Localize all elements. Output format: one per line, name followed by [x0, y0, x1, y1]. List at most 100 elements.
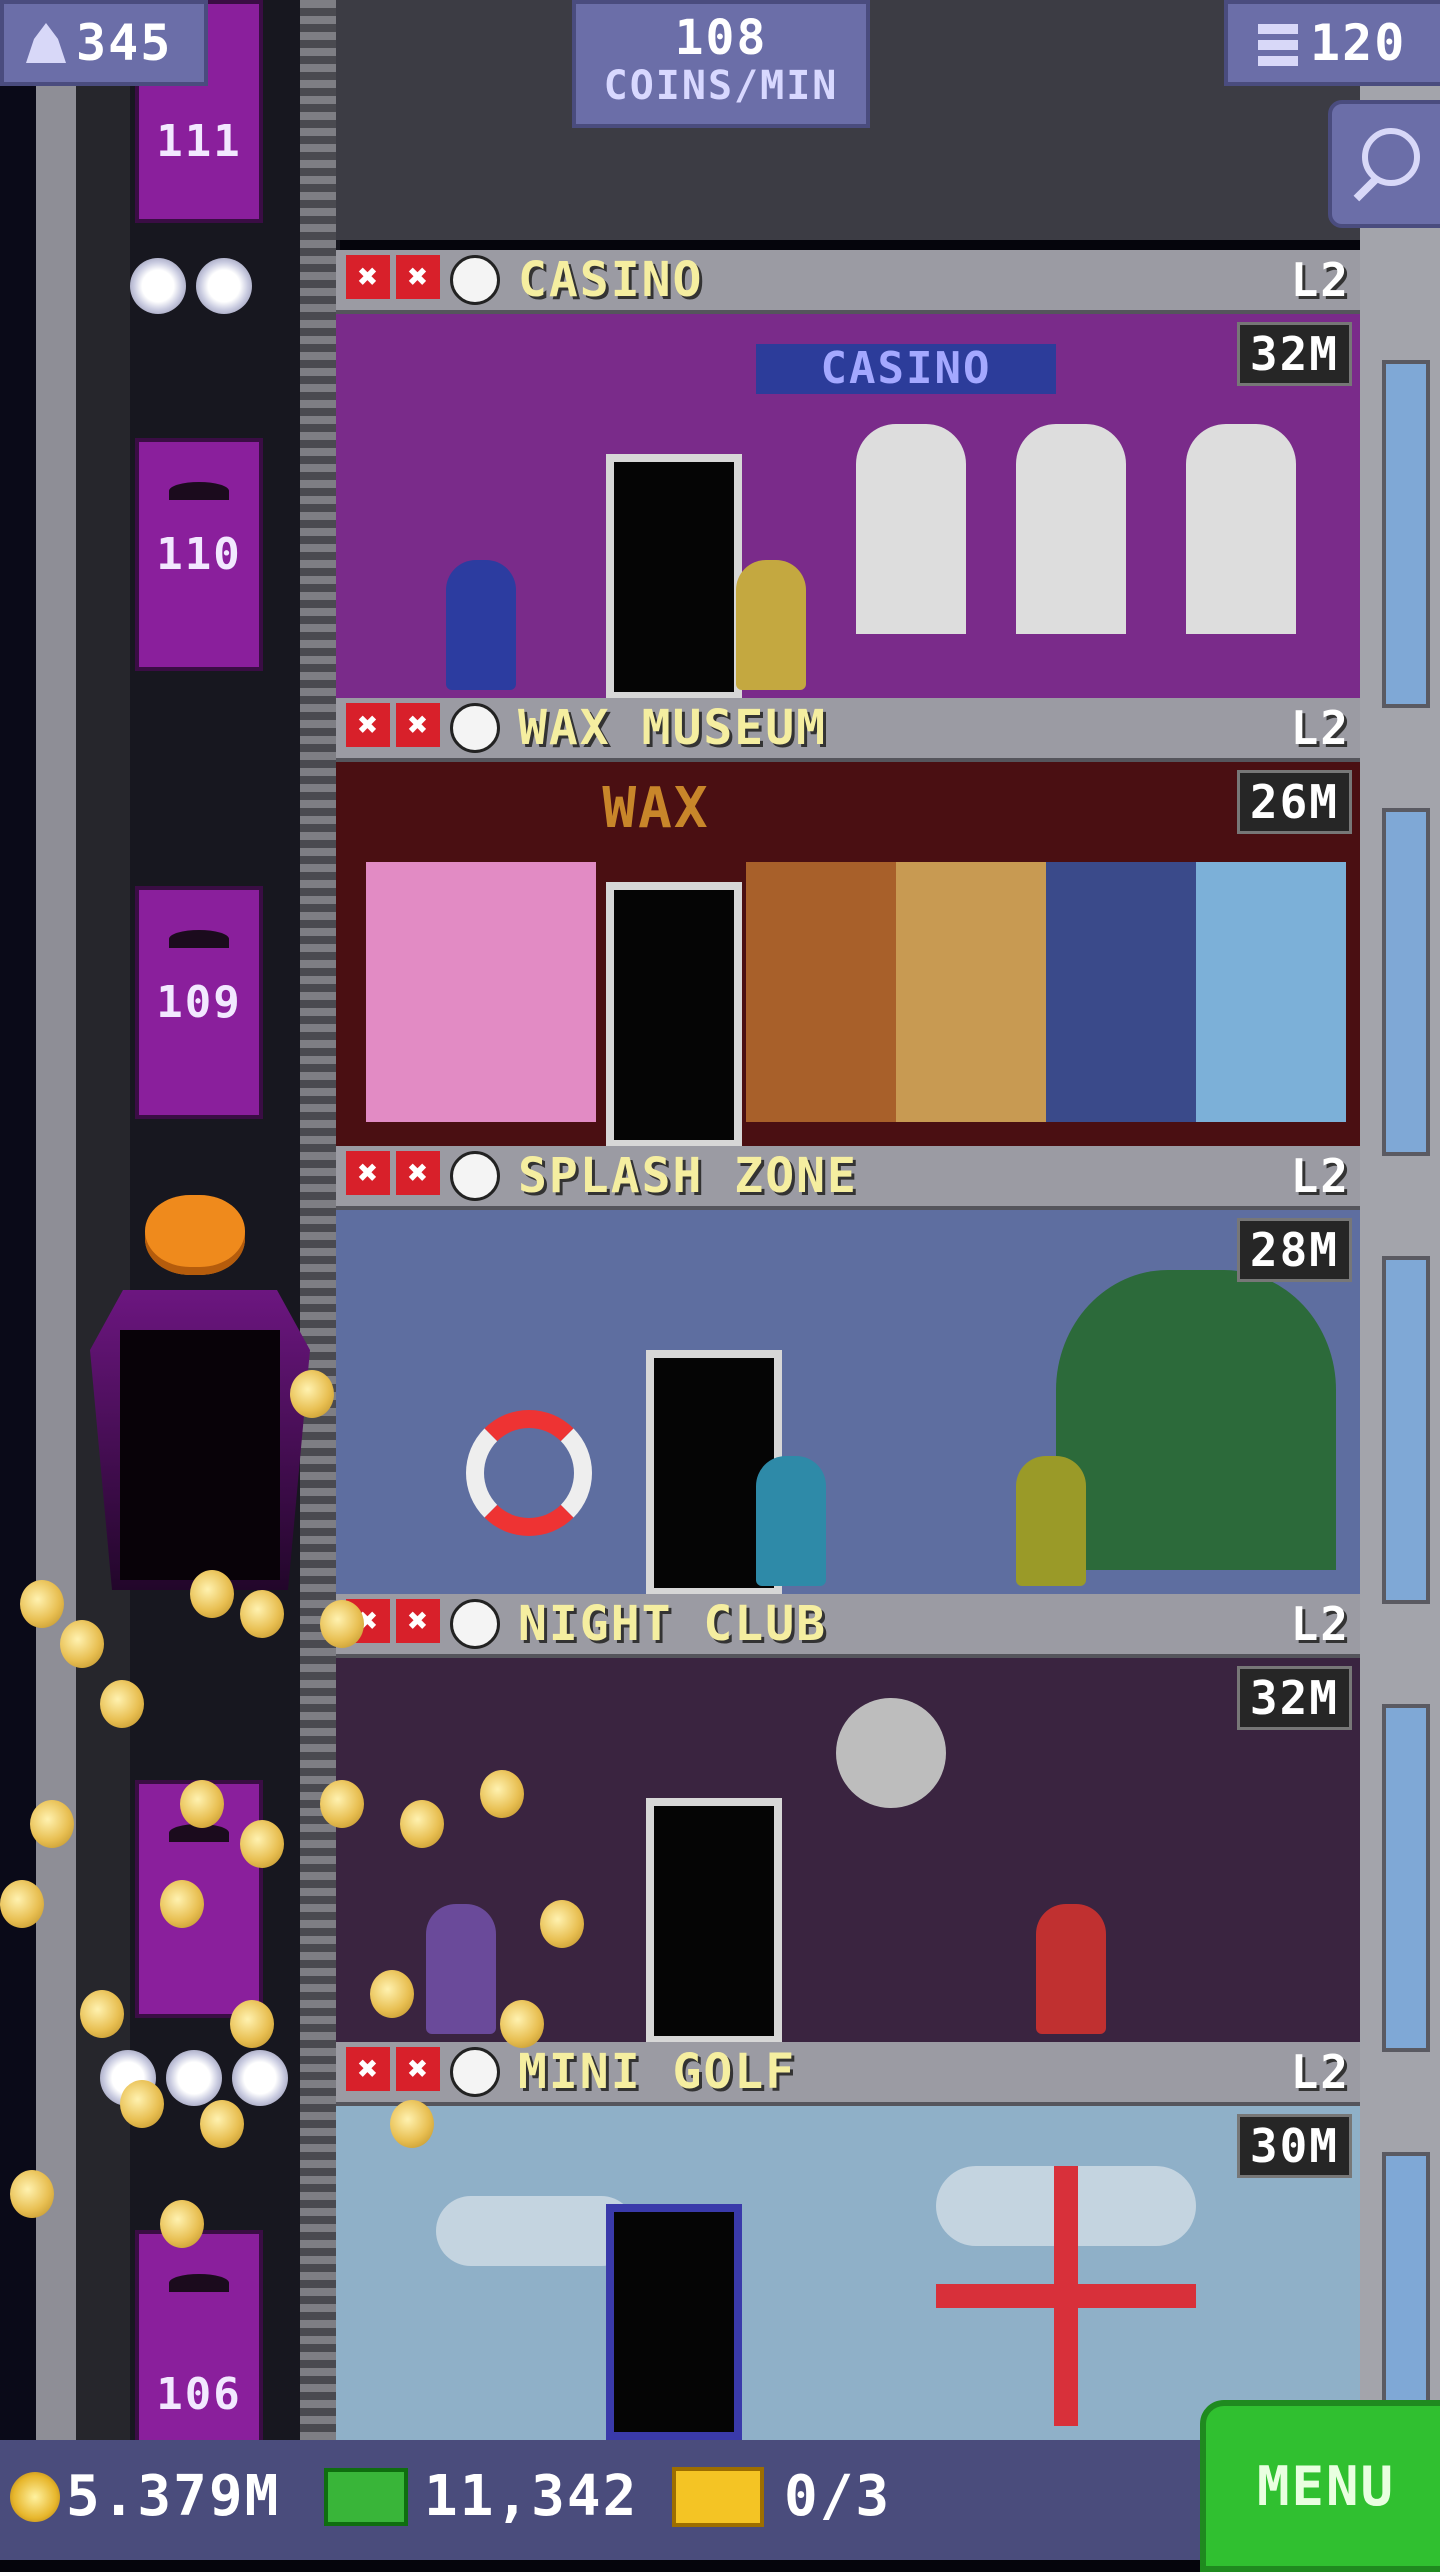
- coffin-elevator-car[interactable]: [90, 1290, 310, 1590]
- window: [1382, 360, 1430, 708]
- coins-balance[interactable]: 5.379M: [10, 2464, 280, 2529]
- building-icon: [1258, 18, 1298, 68]
- coin-rate-unit: COINS/MIN: [603, 63, 839, 109]
- floor-doorway: [646, 1798, 782, 2044]
- shaft-rail: [36, 0, 76, 2440]
- right-wall: [1360, 0, 1440, 2500]
- bitizen[interactable]: [1036, 1904, 1106, 2034]
- floor-title-bar[interactable]: ✖ ✖ WAX MUSEUM L2: [336, 698, 1360, 762]
- wax-display: [896, 862, 1046, 1122]
- disco-ball-icon: [836, 1698, 946, 1808]
- elevator-shaft[interactable]: 111 110 109 106: [0, 0, 340, 2448]
- bitizen[interactable]: [736, 560, 806, 690]
- empty-slot-x-icon: ✖: [396, 1599, 440, 1643]
- coin-icon: [120, 2080, 164, 2128]
- floor-name: NIGHT CLUB: [518, 1596, 827, 1652]
- star-icon: [130, 258, 186, 314]
- coin-icon: [320, 1600, 364, 1648]
- floor-night-club[interactable]: ✖ ✖ NIGHT CLUB L2 32M: [336, 1594, 1360, 2044]
- coin-icon: [320, 1780, 364, 1828]
- floor-earnings: 26M: [1236, 770, 1352, 834]
- bat-icon: [169, 482, 229, 500]
- window: [1382, 808, 1430, 1156]
- window: [1382, 1256, 1430, 1604]
- floor-title-bar[interactable]: ✖ ✖ NIGHT CLUB L2: [336, 1594, 1360, 1658]
- bitizen[interactable]: [756, 1456, 826, 1586]
- empty-slot-x-icon: ✖: [346, 1151, 390, 1195]
- slot-machine-icon: [856, 424, 966, 634]
- floor-title-bar[interactable]: ✖ ✖ SPLASH ZONE L2: [336, 1146, 1360, 1210]
- star-icon: [166, 2050, 222, 2106]
- population-counter[interactable]: 345: [0, 0, 208, 86]
- wax-display: [1196, 862, 1346, 1122]
- floor-title-bar[interactable]: ✖ ✖ CASINO L2: [336, 250, 1360, 314]
- bat-icon: [169, 2274, 229, 2292]
- coin-icon: [100, 1680, 144, 1728]
- population-value: 345: [76, 14, 173, 72]
- clock-icon: [450, 2047, 500, 2097]
- coin-icon: [160, 2200, 204, 2248]
- bux-balance[interactable]: 11,342: [324, 2464, 638, 2529]
- floor-number: 106: [156, 2368, 242, 2420]
- coin-icon: [480, 1770, 524, 1818]
- floor-title-bar[interactable]: ✖ ✖ MINI GOLF L2: [336, 2042, 1360, 2106]
- coin-icon: [290, 1370, 334, 1418]
- window: [1382, 1704, 1430, 2052]
- wax-display: [746, 862, 896, 1122]
- elevator-door-106[interactable]: 106: [135, 2230, 263, 2448]
- floor-earnings: 30M: [1236, 2114, 1352, 2178]
- coin-icon: [60, 1620, 104, 1668]
- empty-slot-x-icon: ✖: [396, 1151, 440, 1195]
- bux-icon: [324, 2467, 408, 2526]
- floor-count-value: 120: [1310, 14, 1407, 72]
- coin-icon: [230, 2000, 274, 2048]
- search-button[interactable]: [1328, 100, 1440, 228]
- windmill-icon: [936, 2166, 1196, 2426]
- slot-machine-icon: [1186, 424, 1296, 634]
- coin-icon: [10, 2471, 60, 2522]
- bitizen[interactable]: [1016, 1456, 1086, 1586]
- coin-icon: [200, 2100, 244, 2148]
- coin-icon: [370, 1970, 414, 2018]
- wax-display: [366, 862, 596, 1122]
- palm-tree: [1056, 1270, 1336, 1570]
- elevator-door-109[interactable]: 109: [135, 886, 263, 1119]
- empty-slot-x-icon: ✖: [396, 2047, 440, 2091]
- menu-button[interactable]: MENU: [1200, 2400, 1440, 2572]
- coin-icon: [390, 2100, 434, 2148]
- floor-mini-golf[interactable]: ✖ ✖ MINI GOLF L2 30M: [336, 2042, 1360, 2440]
- tickets-balance[interactable]: 0/3: [672, 2464, 891, 2529]
- wax-display: [1046, 862, 1196, 1122]
- coins-value: 5.379M: [66, 2464, 281, 2529]
- floor-earnings: 32M: [1236, 1666, 1352, 1730]
- floor-wax-museum[interactable]: ✖ ✖ WAX MUSEUM L2 WAX 26M: [336, 698, 1360, 1148]
- clock-icon: [450, 1151, 500, 1201]
- empty-slot-x-icon: ✖: [346, 255, 390, 299]
- life-ring-icon: [466, 1410, 592, 1536]
- floor-scene: [336, 1658, 1360, 2044]
- coin-icon: [160, 1880, 204, 1928]
- bitizen[interactable]: [426, 1904, 496, 2034]
- bitizen[interactable]: [446, 560, 516, 690]
- floor-name: WAX MUSEUM: [518, 700, 827, 756]
- floor-level: L2: [1290, 253, 1350, 307]
- slot-machine-icon: [1016, 424, 1126, 634]
- coin-rate-display: 108 COINS/MIN: [572, 0, 870, 128]
- bux-value: 11,342: [424, 2464, 639, 2529]
- floor-counter[interactable]: 120: [1224, 0, 1440, 86]
- floor-level: L2: [1290, 1597, 1350, 1651]
- empty-slot-x-icon: ✖: [396, 703, 440, 747]
- floor-splash-zone[interactable]: ✖ ✖ SPLASH ZONE L2 28M: [336, 1146, 1360, 1596]
- person-icon: [26, 23, 66, 63]
- tickets-value: 0/3: [784, 2464, 892, 2529]
- coin-icon: [540, 1900, 584, 1948]
- empty-slot-x-icon: ✖: [396, 255, 440, 299]
- coin-rate-value: 108: [674, 10, 768, 66]
- coin-icon: [240, 1820, 284, 1868]
- elevator-door-110[interactable]: 110: [135, 438, 263, 671]
- floor-casino[interactable]: ✖ ✖ CASINO L2 CASINO 32M: [336, 250, 1360, 700]
- floor-stars: [130, 258, 252, 314]
- floor-level: L2: [1290, 1149, 1350, 1203]
- coin-icon: [240, 1590, 284, 1638]
- floor-number: 111: [156, 116, 242, 167]
